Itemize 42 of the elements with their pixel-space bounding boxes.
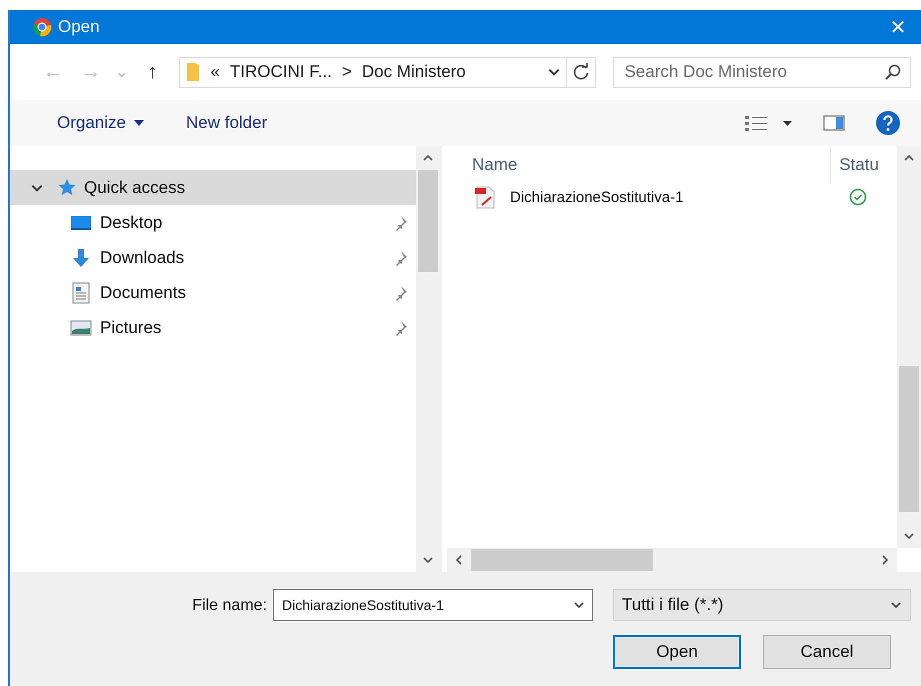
path-separator: > (342, 62, 352, 82)
file-name: DichiarazioneSostitutiva-1 (510, 188, 684, 206)
breadcrumb[interactable]: Doc Ministero (362, 62, 466, 82)
search-field[interactable]: Search Doc Ministero (613, 56, 912, 88)
breadcrumb[interactable]: TIROCINI F... (230, 62, 332, 82)
overflow-chevron[interactable]: « (210, 62, 220, 82)
dialog-button[interactable]: Cancel (763, 635, 891, 669)
up-button[interactable]: ↑ (136, 60, 170, 84)
help-icon[interactable] (875, 110, 901, 136)
nav-item[interactable]: Desktop (10, 205, 416, 240)
scrollbar[interactable] (416, 146, 440, 572)
pdf-file-icon (474, 185, 496, 209)
caret-icon (134, 120, 144, 126)
scrollbar-thumb[interactable] (899, 366, 919, 512)
file-name-field[interactable]: DichiarazioneSostitutiva-1 (273, 589, 593, 621)
file-name-label: File name: (192, 597, 267, 615)
refresh-icon (572, 63, 590, 81)
preview-pane-icon[interactable] (823, 114, 845, 132)
column-header[interactable]: Name (472, 146, 830, 184)
file-type-dropdown[interactable]: Tutti i file (*.*) (613, 589, 911, 621)
organize-menu[interactable]: Organize (47, 113, 154, 133)
nav-item[interactable]: Pictures (10, 310, 416, 345)
horizontal-scrollbar[interactable] (447, 548, 897, 572)
address-bar[interactable]: « TIROCINI F... > Doc Ministero (179, 56, 596, 88)
document-icon (70, 282, 92, 304)
scrollbar-thumb[interactable] (418, 170, 438, 272)
nav-item[interactable]: Documents (10, 275, 416, 310)
app-logo-icon (32, 17, 52, 37)
scrollbar[interactable] (897, 146, 921, 548)
file-row[interactable]: DichiarazioneSostitutiva-1 (472, 184, 897, 210)
search-icon (885, 64, 902, 80)
nav-item[interactable]: Quick access (10, 170, 416, 205)
nav-item[interactable]: Downloads (10, 240, 416, 275)
new-folder-button[interactable]: New folder (176, 113, 278, 133)
scrollbar-thumb[interactable] (471, 549, 653, 571)
down-arrow-icon (70, 248, 92, 268)
desktop-icon (70, 214, 92, 232)
window-title: Open (58, 17, 101, 37)
folder-icon (186, 62, 200, 82)
close-button[interactable]: ✕ (875, 10, 921, 44)
picture-icon (70, 318, 92, 336)
dialog-button[interactable]: Open (613, 635, 741, 669)
